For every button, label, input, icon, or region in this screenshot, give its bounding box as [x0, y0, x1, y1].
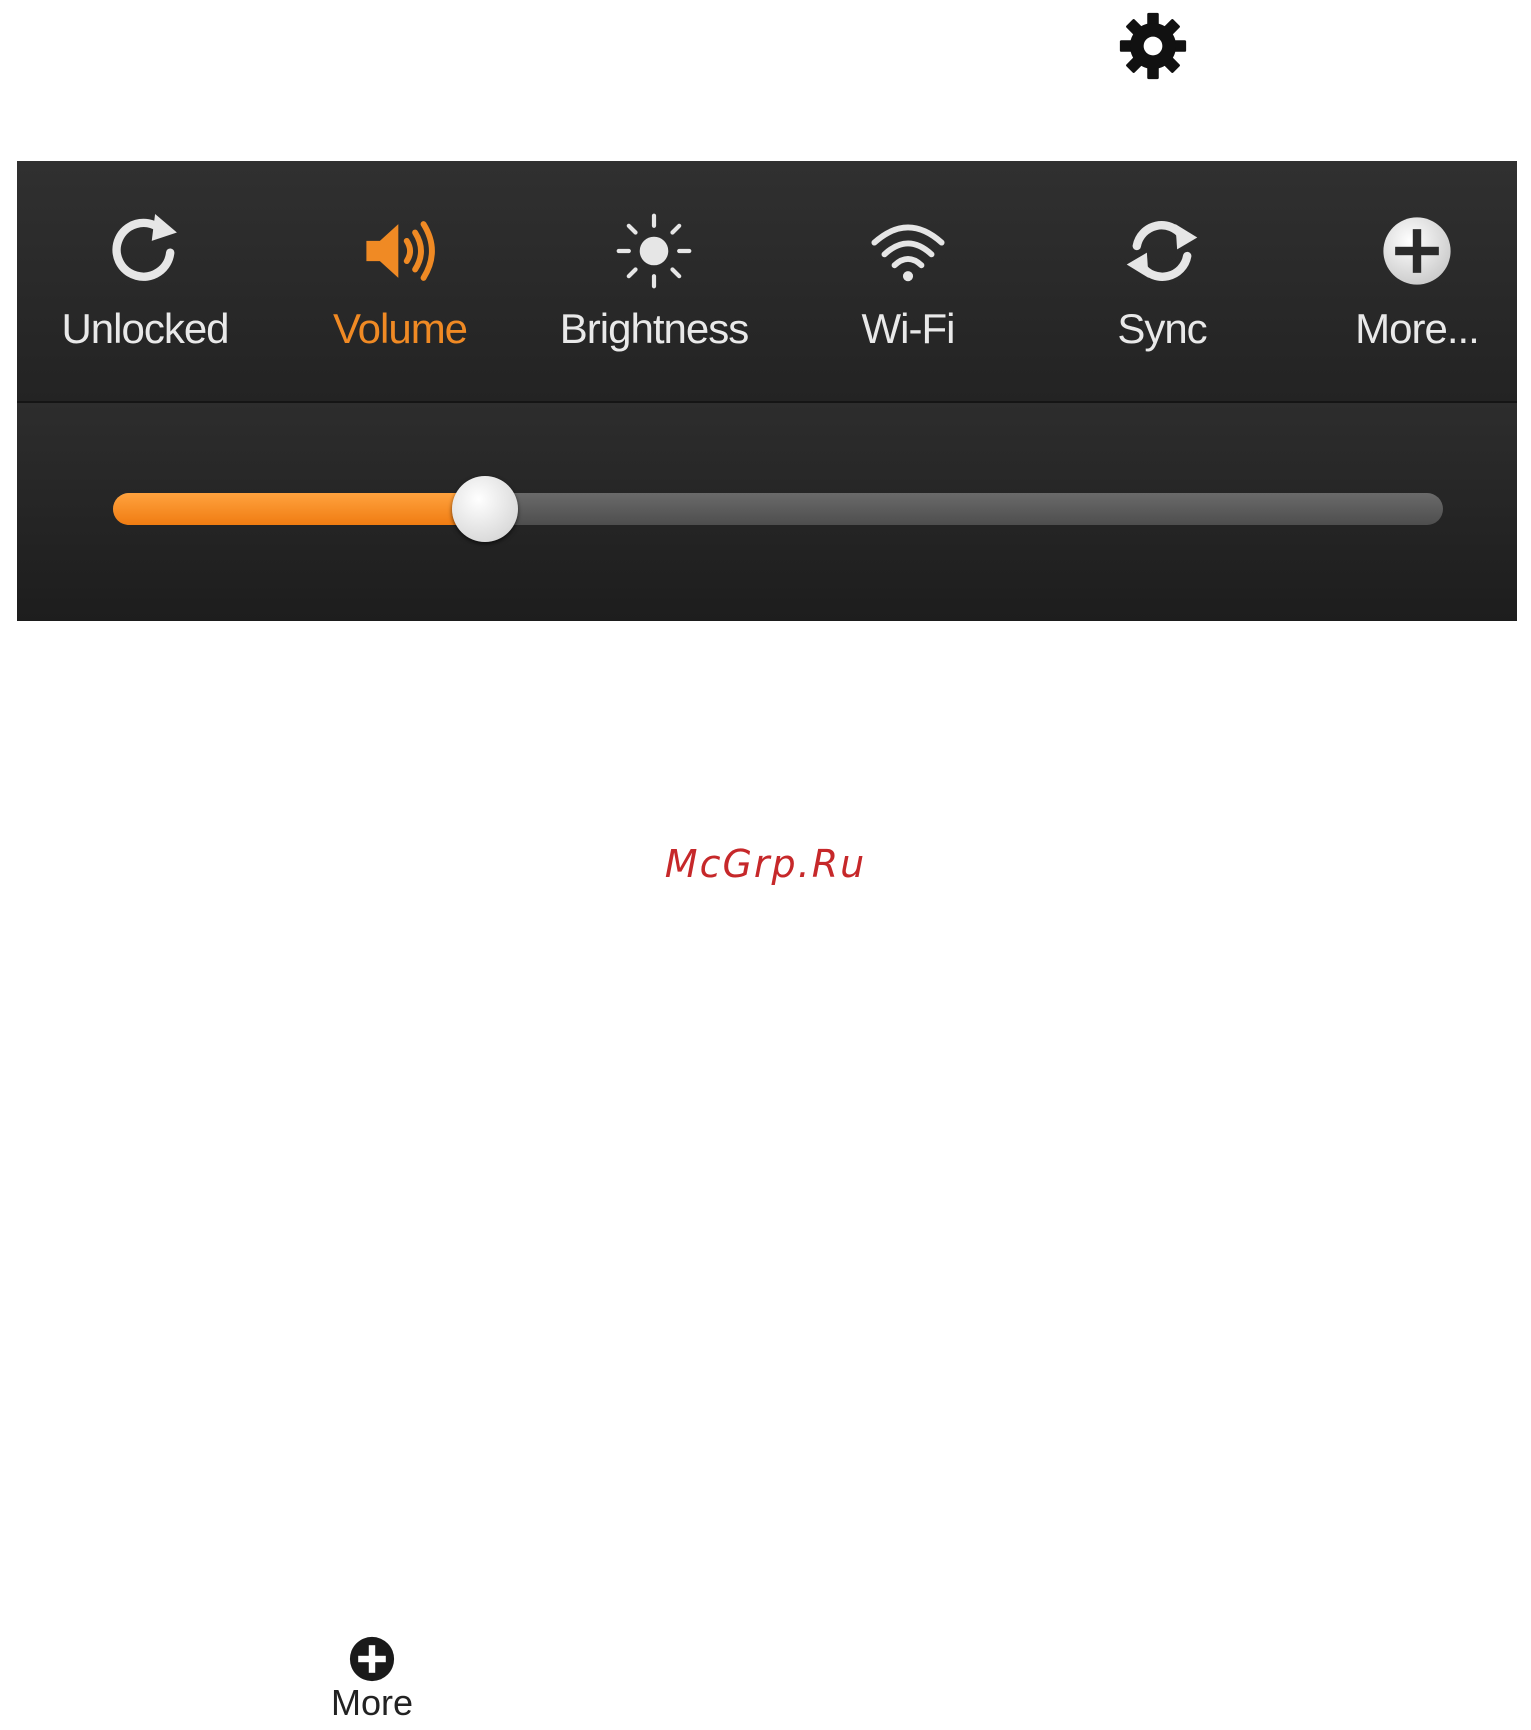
sync-icon: [1126, 221, 1198, 281]
wifi-label: Wi-Fi: [861, 305, 956, 352]
slider-thumb[interactable]: [452, 476, 518, 542]
gear-icon[interactable]: [1117, 10, 1189, 82]
brightness-icon: [616, 213, 692, 289]
plus-circle-icon: [1383, 217, 1451, 285]
sync-label: Sync: [1117, 305, 1207, 352]
more-legend: More: [322, 1636, 422, 1730]
volume-button[interactable]: Volume: [300, 161, 500, 401]
brightness-label: Brightness: [559, 305, 749, 352]
more-button[interactable]: More...: [1317, 161, 1517, 401]
volume-icon: [366, 221, 435, 281]
quick-settings-toolbar: Unlocked Volume Brightness Wi-Fi Sync Mo…: [17, 161, 1517, 403]
plus-circle-icon: [349, 1636, 395, 1682]
unlocked-button[interactable]: Unlocked: [45, 161, 245, 401]
slider-fill: [113, 493, 485, 525]
rotation-lock-icon: [112, 214, 177, 281]
watermark: McGrp.Ru: [664, 842, 867, 886]
wifi-button[interactable]: Wi-Fi: [808, 161, 1008, 401]
slider-area: [17, 403, 1517, 621]
quick-settings-panel: Unlocked Volume Brightness Wi-Fi Sync Mo…: [17, 161, 1517, 621]
more-label: More...: [1355, 305, 1480, 352]
sync-button[interactable]: Sync: [1062, 161, 1262, 401]
brightness-button[interactable]: Brightness: [554, 161, 754, 401]
more-legend-label: More: [330, 1682, 414, 1723]
wifi-icon: [871, 224, 945, 282]
unlocked-label: Unlocked: [61, 305, 229, 352]
volume-label: Volume: [332, 305, 468, 352]
volume-slider[interactable]: [113, 476, 1443, 542]
